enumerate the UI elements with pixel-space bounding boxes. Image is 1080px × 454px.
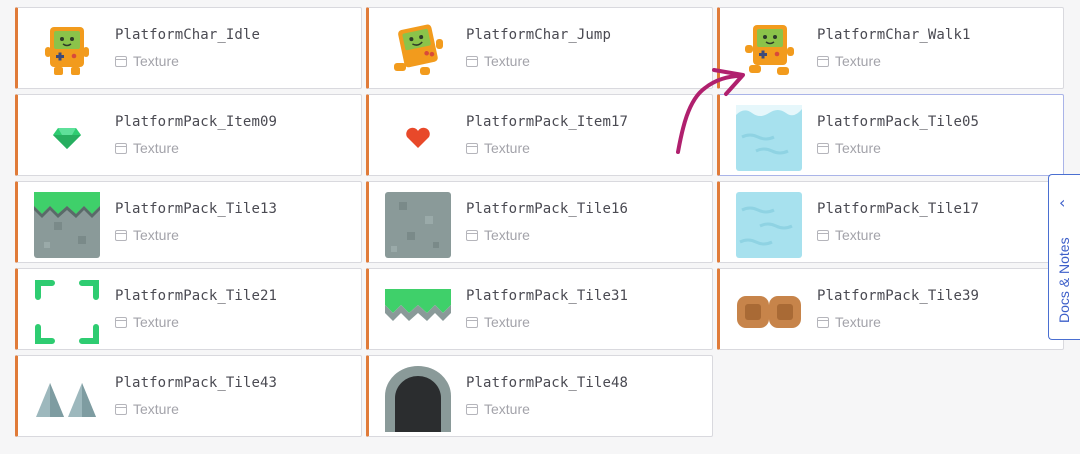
texture-icon <box>115 229 127 241</box>
asset-card[interactable]: PlatformPack_Tile13 Texture <box>15 181 362 263</box>
asset-name: PlatformPack_Tile21 <box>115 288 278 304</box>
grass-stone-thumbnail <box>34 192 100 258</box>
wood-blocks-thumbnail <box>736 279 802 345</box>
stone-thumbnail <box>385 192 451 258</box>
texture-icon <box>115 403 127 415</box>
texture-icon <box>817 229 829 241</box>
asset-type: Texture <box>817 227 881 243</box>
asset-name: PlatformPack_Tile39 <box>817 288 980 304</box>
texture-icon <box>817 316 829 328</box>
grass-spikes-thumbnail <box>385 279 451 345</box>
asset-name: PlatformPack_Tile31 <box>466 288 629 304</box>
asset-card[interactable]: PlatformPack_Tile39 Texture <box>717 268 1064 350</box>
asset-type: Texture <box>115 53 179 69</box>
asset-type: Texture <box>817 140 881 156</box>
frame-thumbnail <box>34 279 100 345</box>
asset-type-label: Texture <box>484 53 530 69</box>
asset-type: Texture <box>466 401 530 417</box>
asset-type-label: Texture <box>133 314 179 330</box>
texture-icon <box>466 55 478 67</box>
asset-name: PlatformChar_Walk1 <box>817 27 971 43</box>
asset-type-label: Texture <box>133 401 179 417</box>
asset-name: PlatformPack_Tile43 <box>115 375 278 391</box>
gem-thumbnail <box>34 105 100 171</box>
asset-card[interactable]: PlatformChar_Idle Texture <box>15 7 362 89</box>
asset-card[interactable]: PlatformPack_Item17 Texture <box>366 94 713 176</box>
asset-card[interactable]: PlatformPack_Tile05 Texture <box>717 94 1064 176</box>
asset-name: PlatformChar_Idle <box>115 27 260 43</box>
asset-name: PlatformPack_Tile17 <box>817 201 980 217</box>
texture-icon <box>817 55 829 67</box>
asset-grid: PlatformChar_Idle Texture PlatformChar_Jum… <box>15 7 1064 437</box>
asset-type: Texture <box>817 53 881 69</box>
asset-card[interactable]: PlatformPack_Tile16 Texture <box>366 181 713 263</box>
asset-type-label: Texture <box>835 140 881 156</box>
texture-icon <box>115 316 127 328</box>
asset-name: PlatformPack_Item09 <box>115 114 278 130</box>
asset-name: PlatformPack_Tile13 <box>115 201 278 217</box>
asset-card[interactable]: PlatformPack_Tile31 Texture <box>366 268 713 350</box>
asset-card[interactable]: PlatformPack_Tile48 Texture <box>366 355 713 437</box>
texture-icon <box>466 142 478 154</box>
heart-thumbnail <box>385 105 451 171</box>
asset-name: PlatformPack_Tile05 <box>817 114 980 130</box>
asset-name: PlatformChar_Jump <box>466 27 611 43</box>
asset-type: Texture <box>115 227 179 243</box>
asset-type-label: Texture <box>133 227 179 243</box>
texture-icon <box>466 316 478 328</box>
asset-card[interactable]: PlatformChar_Jump Texture <box>366 7 713 89</box>
asset-type: Texture <box>466 140 530 156</box>
docs-notes-label: Docs & Notes <box>1056 237 1072 323</box>
chevron-left-icon: ‹ <box>1059 193 1066 212</box>
spikes-thumbnail <box>34 366 100 432</box>
asset-type: Texture <box>115 401 179 417</box>
texture-icon <box>466 403 478 415</box>
asset-type: Texture <box>115 314 179 330</box>
asset-card[interactable]: PlatformPack_Tile43 Texture <box>15 355 362 437</box>
asset-type: Texture <box>115 140 179 156</box>
asset-type-label: Texture <box>484 227 530 243</box>
water-thumbnail <box>736 192 802 258</box>
asset-type-label: Texture <box>133 53 179 69</box>
texture-icon <box>466 229 478 241</box>
asset-type-label: Texture <box>133 140 179 156</box>
char-walk-thumbnail <box>736 18 802 84</box>
asset-name: PlatformPack_Tile16 <box>466 201 629 217</box>
asset-type-label: Texture <box>835 314 881 330</box>
water-top-thumbnail <box>736 105 802 171</box>
docs-notes-tab[interactable]: ‹ Docs & Notes <box>1048 174 1080 340</box>
asset-type: Texture <box>466 314 530 330</box>
asset-type: Texture <box>466 53 530 69</box>
asset-name: PlatformPack_Item17 <box>466 114 629 130</box>
door-thumbnail <box>385 366 451 432</box>
char-idle-thumbnail <box>34 18 100 84</box>
asset-type-label: Texture <box>484 140 530 156</box>
asset-name: PlatformPack_Tile48 <box>466 375 629 391</box>
texture-icon <box>115 142 127 154</box>
asset-card[interactable]: PlatformPack_Tile17 Texture <box>717 181 1064 263</box>
char-jump-thumbnail <box>385 18 451 84</box>
asset-card[interactable]: PlatformPack_Item09 Texture <box>15 94 362 176</box>
asset-type: Texture <box>817 314 881 330</box>
asset-type-label: Texture <box>484 314 530 330</box>
texture-icon <box>817 142 829 154</box>
asset-type: Texture <box>466 227 530 243</box>
asset-type-label: Texture <box>484 401 530 417</box>
asset-card[interactable]: PlatformPack_Tile21 Texture <box>15 268 362 350</box>
texture-icon <box>115 55 127 67</box>
asset-card[interactable]: PlatformChar_Walk1 Texture <box>717 7 1064 89</box>
asset-type-label: Texture <box>835 53 881 69</box>
asset-type-label: Texture <box>835 227 881 243</box>
